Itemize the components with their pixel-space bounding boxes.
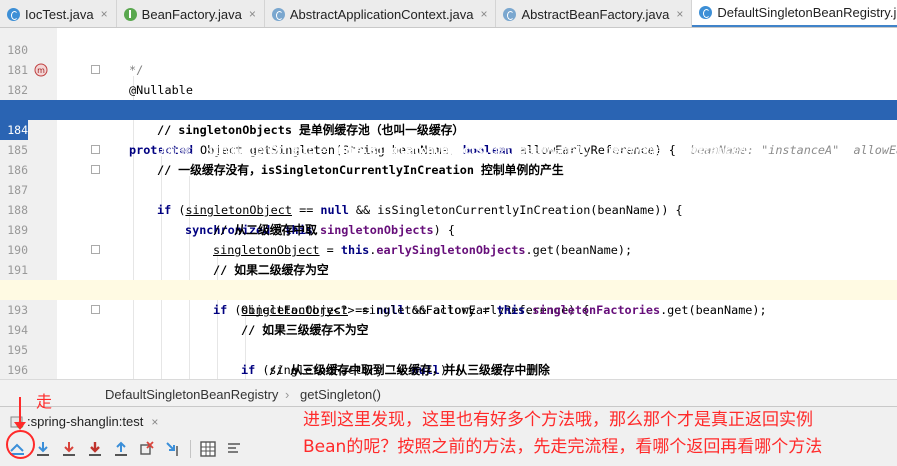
fold-toggle-icon[interactable] [91,65,100,74]
code-line: 183 // singletonObjects 是单例缓存池（也叫一级缓存） [0,80,897,137]
close-icon[interactable]: × [101,7,108,21]
step-over-button[interactable] [32,438,54,460]
fold-toggle-icon[interactable] [91,165,100,174]
run-to-cursor-button[interactable] [162,438,184,460]
evaluate-expression-button[interactable] [197,438,219,460]
code-line: 180 */ [0,28,897,77]
tab-label: BeanFactory.java [141,6,242,22]
code-line: 192 ObjectFactory<?> singletonFactory = … [0,260,897,317]
tab-label: AbstractBeanFactory.java [521,6,670,22]
breadcrumb: DefaultSingletonBeanRegistry › getSingle… [0,379,897,406]
close-icon[interactable]: × [480,7,487,21]
drop-frame-icon [140,441,154,455]
code-editor[interactable]: 180 */ 181 @Nullable 182 m protected Obj… [0,28,897,379]
code-line: 187 synchronized (this.singletonObjects)… [0,160,897,237]
code-line: 186 if (singletonObject == null && isSin… [0,140,897,217]
tab-abstractapplicationcontext[interactable]: AbstractApplicationContext.java × [265,0,497,27]
method-override-icon[interactable]: m [34,63,48,77]
evaluate-expression-icon [200,441,216,457]
debug-session-tab[interactable]: :spring-shanglin:test × [10,414,158,429]
tab-abstractbeanfactory[interactable]: AbstractBeanFactory.java × [496,0,693,27]
annotation-note-line1: 进到这里发现，这里也有好多个方法哦，那么那个才是真正返回实例 [303,410,813,430]
tab-ioctest[interactable]: IocTest.java × [0,0,117,27]
code-line-caret: 193 // 如果三级缓存不为空 [0,280,897,337]
annotation-arrow-label: 走 [36,392,53,411]
tab-label: DefaultSingletonBeanRegistry.java [717,5,897,20]
step-into-button[interactable] [58,438,80,460]
code-line: 190 // 如果二级缓存为空 [0,220,897,277]
force-step-into-button[interactable] [84,438,106,460]
step-into-icon [63,442,75,456]
step-out-button[interactable] [110,438,132,460]
toolbar-separator [190,440,191,458]
tab-label: IocTest.java [25,6,94,22]
annotation-note-line2: Bean的呢？按照之前的方法，先走完流程，看哪个返回再看哪个方法 [303,437,823,457]
close-icon[interactable]: × [676,7,683,21]
abstract-class-icon [503,7,517,21]
code-line: 195 // 从三级缓存中取到二级缓存，并从三级缓存中删除 [0,320,897,377]
close-icon[interactable]: × [249,7,256,21]
interface-icon [123,7,137,21]
code-line-current-execution: 184 Object singletonObject = this.single… [0,100,897,157]
class-icon [7,7,20,21]
class-icon [699,6,713,19]
drop-frame-button[interactable] [136,438,158,460]
close-icon[interactable]: × [151,415,158,429]
code-line: 189 singletonObject = this.earlySingleto… [0,200,897,257]
svg-text:m: m [37,66,45,75]
run-to-cursor-icon [166,442,178,456]
tab-beanfactory[interactable]: BeanFactory.java × [117,0,265,27]
annotation-circle [6,430,35,459]
tab-label: AbstractApplicationContext.java [289,6,474,22]
trace-current-stream-button[interactable] [223,438,245,460]
code-line: 196 singletonObject = singletonFactory.g… [0,340,897,377]
fold-toggle-icon[interactable] [91,305,100,314]
code-line: 182 m protected Object getSingleton(Stri… [0,60,897,157]
code-line: 185 // 一级缓存没有，isSingletonCurrentlyInCrea… [0,120,897,177]
trace-current-stream-icon [228,443,240,453]
fold-toggle-icon[interactable] [91,245,100,254]
code-line: 191 if (singletonObject == null && allow… [0,240,897,317]
force-step-into-icon [89,442,101,456]
abstract-class-icon [271,7,285,21]
breadcrumb-method[interactable]: getSingleton() [300,387,381,402]
step-over-icon [37,442,49,456]
code-line: 197 this.earlySingletonObjects.put(beanN… [0,360,897,379]
code-line: 181 @Nullable [0,40,897,97]
breadcrumb-class[interactable]: DefaultSingletonBeanRegistry [105,387,278,402]
code-line: 194 if (singletonFactory != null) { [0,300,897,377]
fold-toggle-icon[interactable] [91,145,100,154]
code-line: 188 // 从二级缓存中取 [0,180,897,237]
debug-session-label: :spring-shanglin:test [27,414,144,429]
annotation-arrowhead [14,422,26,430]
debug-toolbar [6,437,249,461]
tab-defaultsingletonbeanregistry[interactable]: DefaultSingletonBeanRegistry.java [692,0,897,27]
step-out-icon [115,441,127,456]
breadcrumb-separator: › [285,387,290,402]
editor-tab-bar: IocTest.java × BeanFactory.java × Abstra… [0,0,897,28]
